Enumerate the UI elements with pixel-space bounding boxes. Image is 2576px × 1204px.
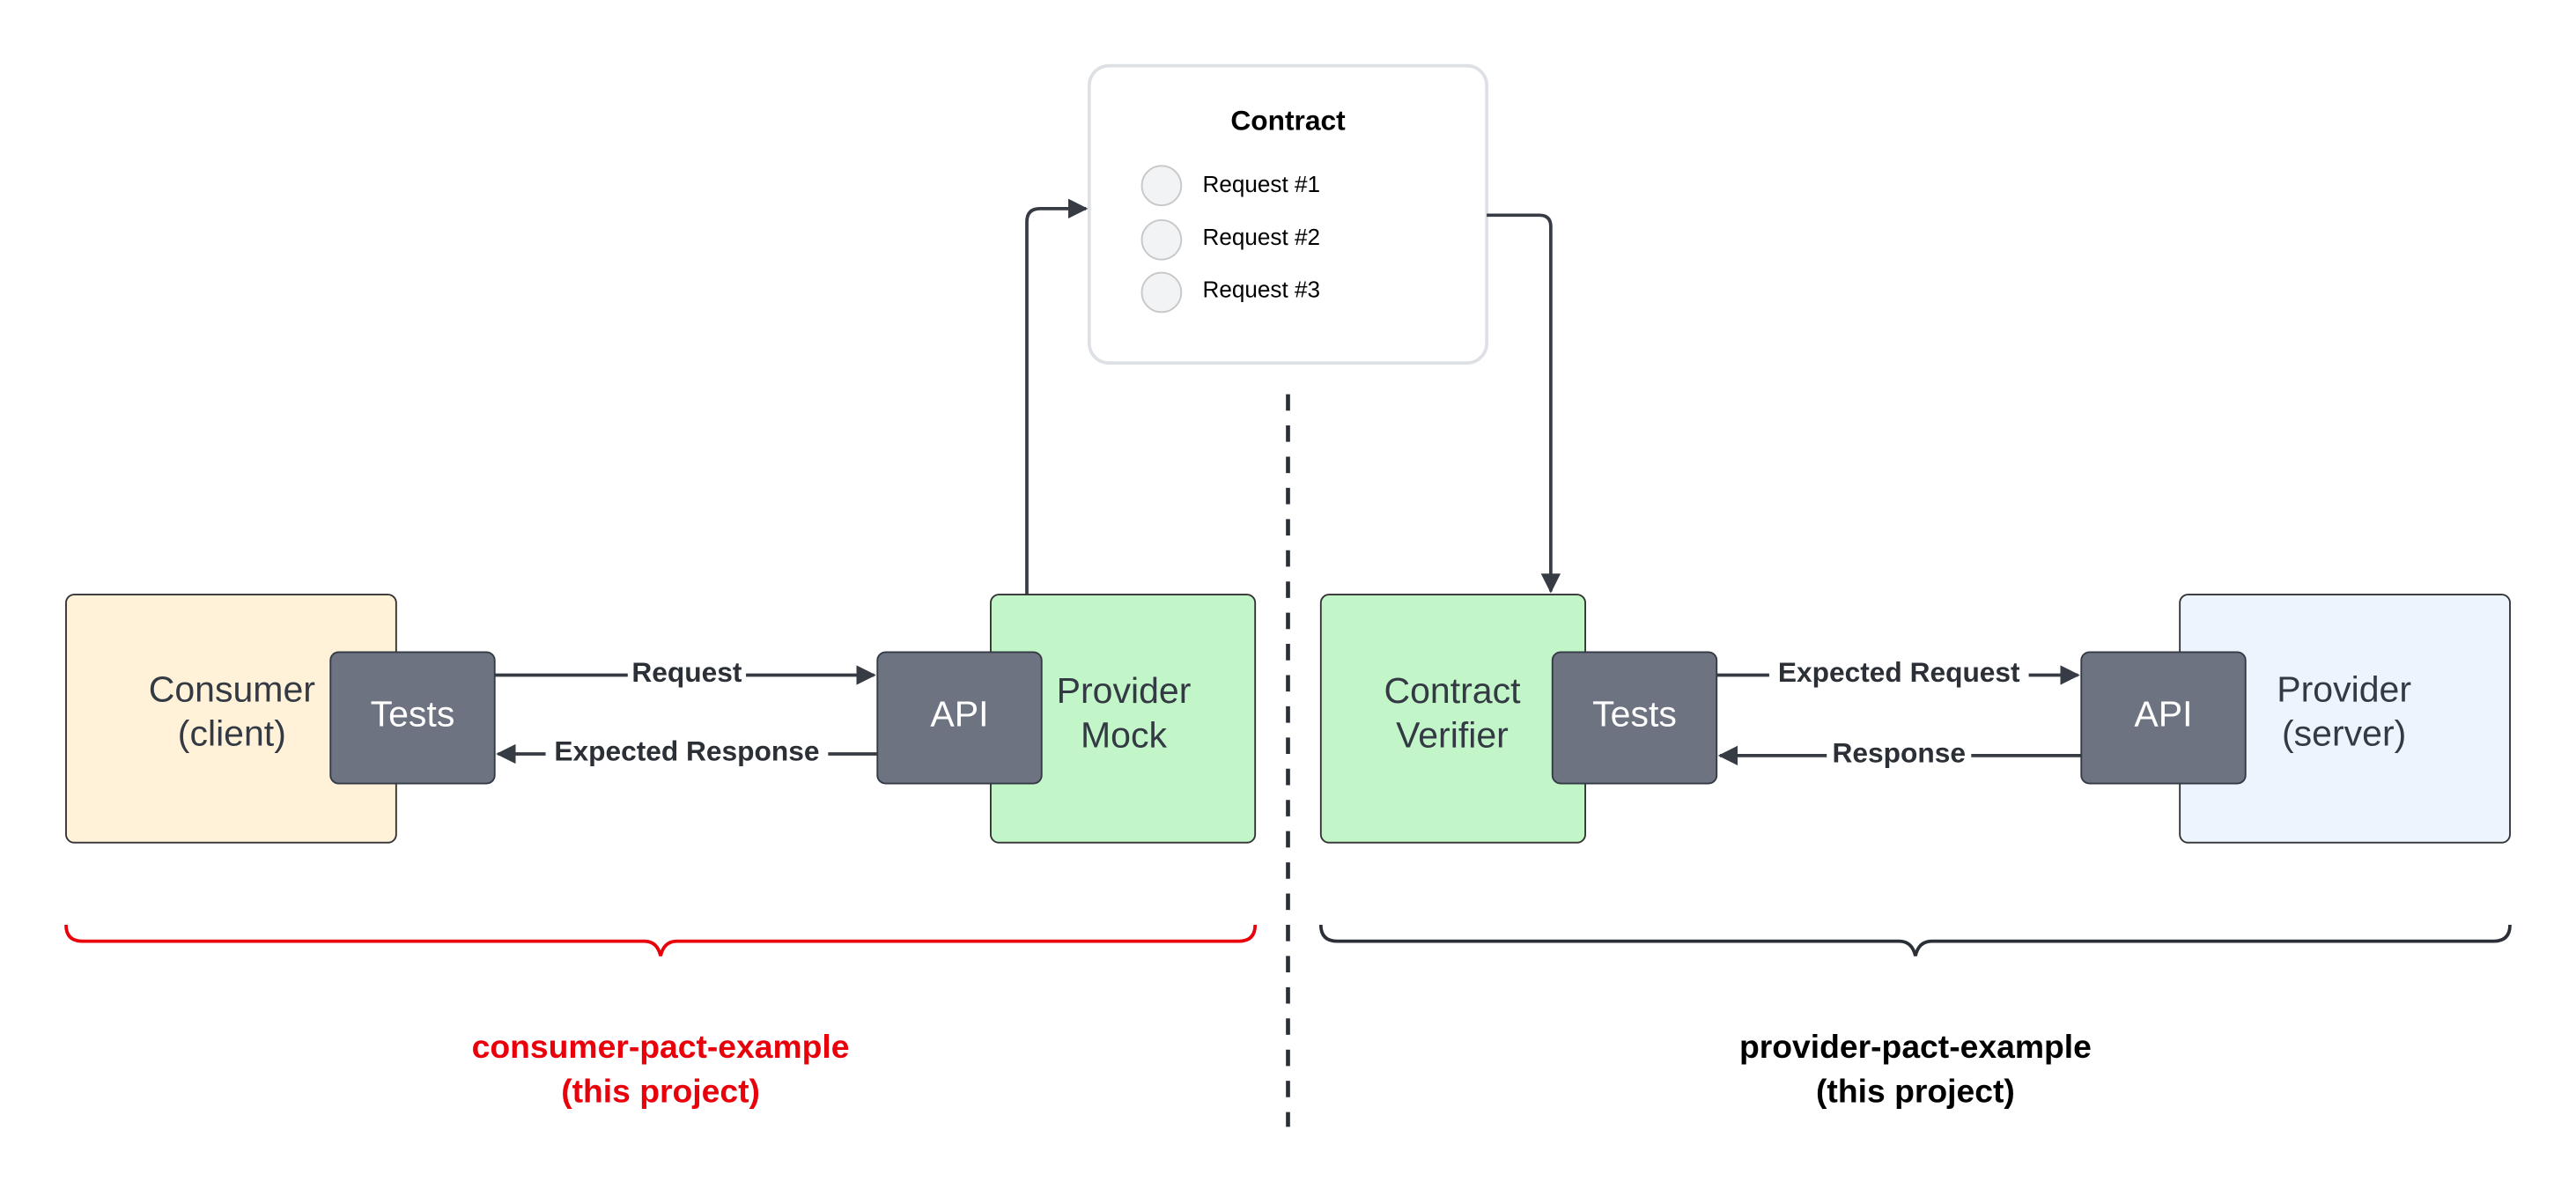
mock-api-label: API xyxy=(930,693,988,734)
verifier-sublabel: Verifier xyxy=(1396,715,1509,756)
contract-box: Contract Request #1 Request #2 Request #… xyxy=(1087,63,1489,366)
contract-request-3: Request #3 xyxy=(1203,277,1320,303)
provider-api-box: API xyxy=(2080,651,2247,785)
provider-mock-sublabel: Mock xyxy=(1081,715,1167,756)
request-2-icon xyxy=(1140,218,1183,261)
provider-brace xyxy=(1318,924,2512,957)
provider-mock-label: Provider xyxy=(1057,670,1192,711)
request-3-icon xyxy=(1140,271,1183,314)
provider-tests-label: Tests xyxy=(1592,693,1677,734)
contract-verifier-box: Contract Verifier xyxy=(1319,594,1586,844)
provider-sublabel: (server) xyxy=(2282,713,2406,754)
verifier-label: Contract xyxy=(1384,670,1521,711)
provider-label: Provider xyxy=(2277,668,2411,709)
expected-response-label: Expected Response xyxy=(554,735,819,766)
contract-title: Contract xyxy=(1230,104,1346,136)
consumer-project-name: consumer-pact-example xyxy=(472,1028,850,1065)
pact-diagram: Contract Request #1 Request #2 Request #… xyxy=(64,63,2512,1127)
response-label: Response xyxy=(1833,736,1966,768)
contract-request-2: Request #2 xyxy=(1203,224,1320,250)
contract-to-verifier-arrow xyxy=(1487,213,1561,594)
consumer-sublabel: (client) xyxy=(178,713,286,754)
contract-request-1: Request #1 xyxy=(1203,171,1320,197)
consumer-label: Consumer xyxy=(149,668,315,709)
provider-project-name: provider-pact-example xyxy=(1739,1028,2092,1065)
consumer-tests-box: Tests xyxy=(329,651,496,785)
provider-project-note: (this project) xyxy=(1816,1072,2015,1109)
consumer-tests-label: Tests xyxy=(371,693,455,734)
consumer-brace xyxy=(64,924,1258,957)
provider-tests-box: Tests xyxy=(1551,651,1718,785)
expected-request-label: Expected Request xyxy=(1778,656,2020,688)
request-1-icon xyxy=(1140,165,1183,207)
request-label: Request xyxy=(631,656,742,688)
mock-api-box: API xyxy=(876,651,1043,785)
consumer-project-note: (this project) xyxy=(561,1072,760,1109)
mock-to-contract-arrow xyxy=(1025,198,1089,595)
provider-api-label: API xyxy=(2134,693,2192,734)
